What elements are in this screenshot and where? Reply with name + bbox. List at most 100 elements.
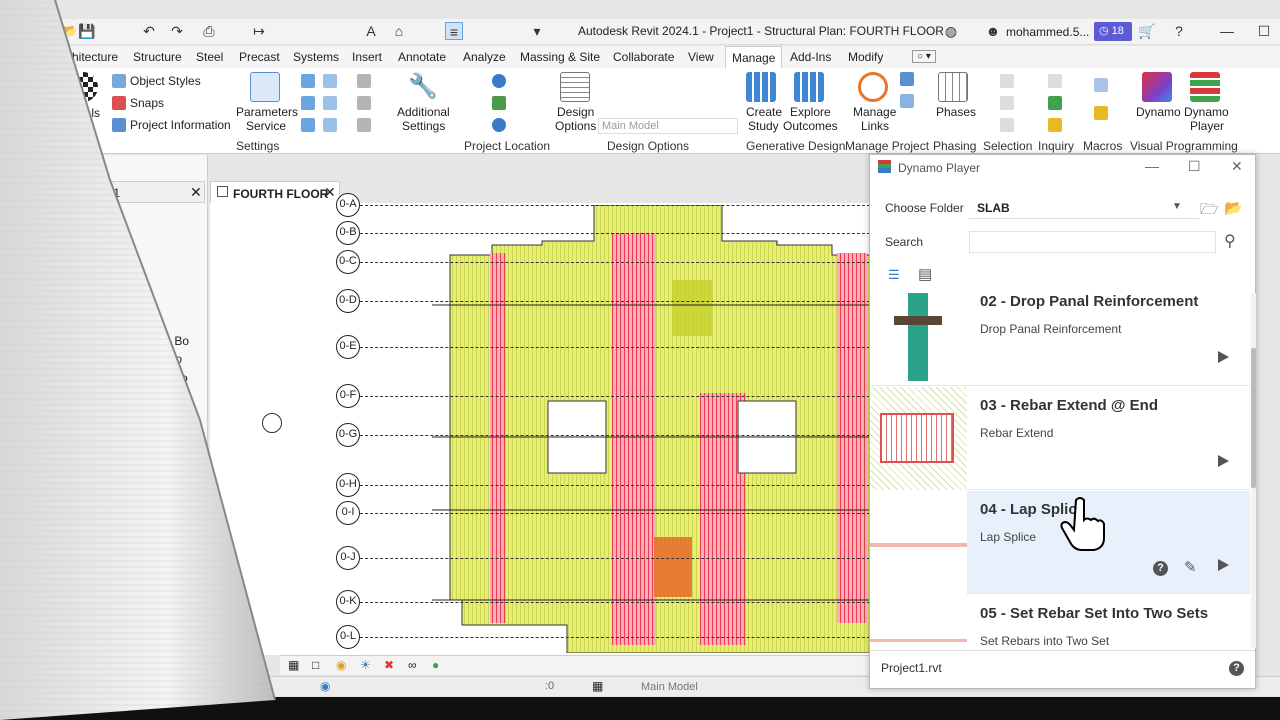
grid-bubble[interactable]: 0-D xyxy=(336,289,360,313)
mep-settings-icon[interactable] xyxy=(323,118,337,132)
play-icon[interactable] xyxy=(1218,559,1229,571)
temporary-hide-icon[interactable]: ● xyxy=(432,658,439,672)
play-icon[interactable] xyxy=(1218,455,1229,467)
phases-icon[interactable] xyxy=(938,72,968,102)
warnings-icon[interactable] xyxy=(1048,118,1062,132)
minimize-icon[interactable]: — xyxy=(1218,22,1236,40)
tab-manage[interactable]: Manage xyxy=(725,46,783,68)
scrollbar[interactable] xyxy=(1251,293,1256,648)
view-mode-icon[interactable]: ○ ▾ xyxy=(912,50,936,63)
edit-selection-icon[interactable] xyxy=(1000,118,1014,132)
design-option-status-icon[interactable]: ▦ xyxy=(592,679,603,693)
project-units-icon[interactable] xyxy=(323,74,337,88)
dynamo-player-icon[interactable] xyxy=(1190,72,1220,102)
scrollbar-thumb[interactable] xyxy=(1251,348,1256,488)
design-options-icon[interactable] xyxy=(560,72,590,102)
user-icon[interactable]: ☻ xyxy=(984,22,1002,40)
customize-qat-icon[interactable]: ▾ xyxy=(528,22,546,40)
starting-view-icon[interactable] xyxy=(900,94,914,108)
grid-bubble[interactable]: 0-J xyxy=(336,546,360,570)
macro-manager-icon[interactable] xyxy=(1094,78,1108,92)
folder-select[interactable]: SLAB ▼ xyxy=(969,197,1199,219)
add-folder-icon[interactable]: 🗁 xyxy=(1200,199,1219,224)
load-selection-icon[interactable] xyxy=(1000,96,1014,110)
thin-lines-icon[interactable]: ≡ xyxy=(445,22,463,40)
crop-view-icon[interactable]: ✖ xyxy=(384,658,394,672)
minimize-icon[interactable]: — xyxy=(1145,158,1159,174)
shared-params-icon[interactable] xyxy=(301,74,315,88)
notifications-badge[interactable]: ◷ 18 xyxy=(1094,22,1132,41)
grid-bubble[interactable]: 0-A xyxy=(336,193,360,217)
grid-bubble[interactable]: 0-L xyxy=(336,625,360,649)
maximize-icon[interactable]: ☐ xyxy=(1255,22,1273,40)
sun-path-icon[interactable]: ☀ xyxy=(360,658,371,672)
visual-style-icon[interactable]: ◉ xyxy=(336,658,346,672)
grid-bubble[interactable]: 0-K xyxy=(336,590,360,614)
play-icon[interactable] xyxy=(1218,351,1229,363)
tab-annotate[interactable]: Annotate xyxy=(398,50,446,64)
drawing-canvas[interactable]: 0-A 0-B 0-C 0-D 0-E 0-F 0-G 0-H 0-I 0-J … xyxy=(210,193,877,655)
grid-bubble[interactable]: 0-I xyxy=(336,501,360,525)
grid-bubble[interactable]: 0-E xyxy=(336,335,360,359)
tab-massing-site[interactable]: Massing & Site xyxy=(520,50,600,64)
text-icon[interactable]: A xyxy=(362,22,380,40)
detail-view-icon[interactable]: ▤ xyxy=(918,265,932,283)
search-icon[interactable]: ⚲ xyxy=(1224,231,1236,251)
script-thumbnail xyxy=(870,293,967,386)
create-study-icon[interactable] xyxy=(746,72,776,102)
home-icon[interactable]: ⌂ xyxy=(390,22,408,40)
tab-collaborate[interactable]: Collaborate xyxy=(613,50,674,64)
manage-links-icon[interactable] xyxy=(858,72,888,102)
tab-modify[interactable]: Modify xyxy=(848,50,883,64)
transfer-standards-icon[interactable] xyxy=(301,96,315,110)
macro-security-icon[interactable] xyxy=(1094,106,1108,120)
purge-unused-icon[interactable] xyxy=(301,118,315,132)
edit-icon[interactable]: ✎ xyxy=(1184,558,1197,576)
tab-analyze[interactable]: Analyze xyxy=(463,50,506,64)
close-icon[interactable]: ✕ xyxy=(1231,158,1243,175)
structural-settings-icon[interactable] xyxy=(323,96,337,110)
coordinates-icon[interactable] xyxy=(492,96,506,110)
grid-bubble[interactable]: 0-F xyxy=(336,384,360,408)
script-title: 05 - Set Rebar Set Into Two Sets xyxy=(980,605,1209,622)
save-selection-icon[interactable] xyxy=(1000,74,1014,88)
position-icon[interactable] xyxy=(492,118,506,132)
tab-add-ins[interactable]: Add-Ins xyxy=(790,50,831,64)
tab-insert[interactable]: Insert xyxy=(352,50,382,64)
list-view-icon[interactable]: ☰ xyxy=(888,267,900,283)
panel-schedule-icon[interactable] xyxy=(357,74,371,88)
list-item[interactable]: 02 - Drop Panal Reinforcement Drop Panal… xyxy=(870,293,1250,386)
line-styles-icon[interactable] xyxy=(357,96,371,110)
grid-bubble[interactable]: 0-G xyxy=(336,423,360,447)
panel-design-options: Design Options xyxy=(607,139,690,153)
fill-patterns-icon[interactable] xyxy=(357,118,371,132)
username[interactable]: mohammed.5... xyxy=(1006,25,1089,39)
list-item[interactable]: 03 - Rebar Extend @ End Rebar Extend xyxy=(870,387,1250,490)
wrench-icon[interactable]: 🔧 xyxy=(408,72,438,102)
grid-bubble[interactable]: 0-B xyxy=(336,221,360,245)
design-option-select[interactable]: Main Model xyxy=(598,118,738,134)
search-input[interactable] xyxy=(969,231,1216,253)
maximize-icon[interactable]: ☐ xyxy=(1188,158,1201,175)
help-icon[interactable]: ? xyxy=(1153,561,1168,576)
worksets-icon[interactable]: ◉ xyxy=(320,679,330,693)
location-icon[interactable] xyxy=(492,74,506,88)
open-folder-icon[interactable]: 📂 xyxy=(1224,199,1243,217)
close-icon[interactable]: ✕ xyxy=(324,184,336,201)
grid-bubble[interactable]: 0-C xyxy=(336,250,360,274)
ids-selection-icon[interactable] xyxy=(1048,74,1062,88)
detail-level-icon[interactable]: □ xyxy=(312,658,319,672)
help-icon[interactable]: ? xyxy=(1229,661,1244,676)
list-item[interactable]: 05 - Set Rebar Set Into Two Sets Set Reb… xyxy=(870,595,1250,648)
cart-icon[interactable]: 🛒 xyxy=(1138,22,1156,40)
binoculars-icon[interactable]: ◍ xyxy=(942,22,960,40)
explore-outcomes-icon[interactable] xyxy=(794,72,824,102)
select-by-id-icon[interactable] xyxy=(1048,96,1062,110)
hide-icon[interactable]: ∞ xyxy=(408,658,417,672)
help-icon[interactable]: ? xyxy=(1170,22,1188,40)
filter-count: :0 xyxy=(545,680,555,692)
tab-view[interactable]: View xyxy=(688,50,714,64)
dynamo-icon[interactable] xyxy=(1142,72,1172,102)
manage-images-icon[interactable] xyxy=(900,72,914,86)
grid-bubble[interactable]: 0-H xyxy=(336,473,360,497)
